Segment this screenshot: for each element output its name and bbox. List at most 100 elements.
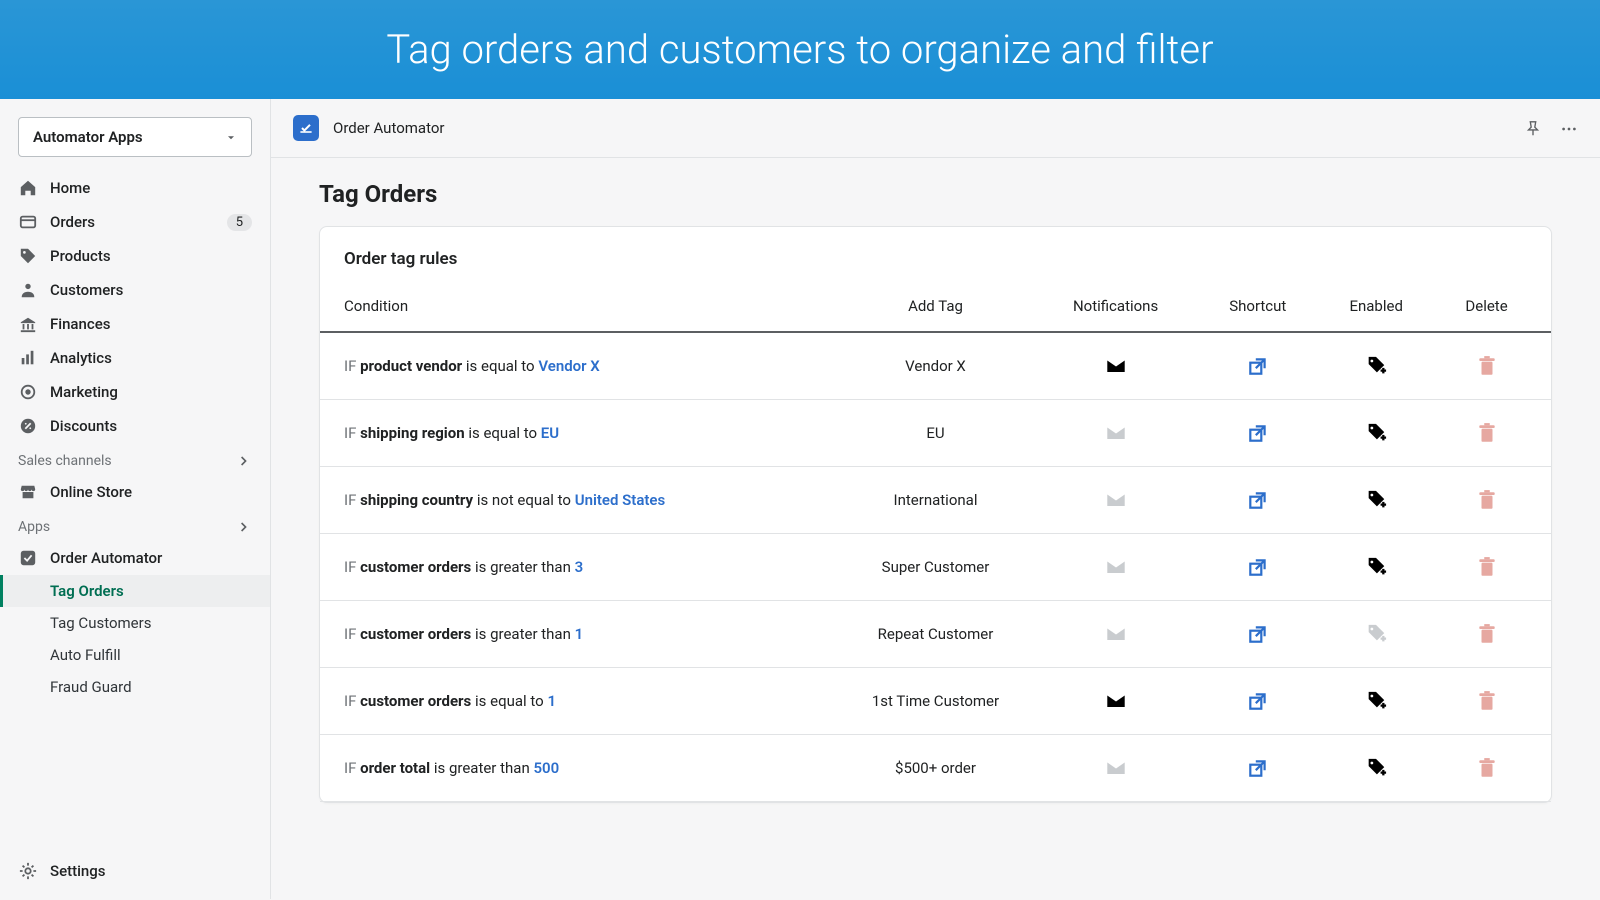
notification-toggle[interactable] (1034, 332, 1197, 400)
sidebar-item-discounts[interactable]: Discounts (0, 409, 270, 443)
cond-val: Vendor X (538, 357, 599, 375)
condition-cell: IF shipping country is not equal to Unit… (320, 467, 837, 534)
col-condition: Condition (320, 277, 837, 332)
pin-icon[interactable] (1524, 118, 1542, 138)
shortcut-button[interactable] (1197, 534, 1318, 601)
subnav-auto-fulfill[interactable]: Auto Fulfill (0, 639, 270, 671)
notification-toggle[interactable] (1034, 534, 1197, 601)
enabled-toggle[interactable] (1318, 668, 1434, 735)
analytics-icon (18, 348, 38, 368)
marketing-icon (18, 382, 38, 402)
cond-field: customer orders (360, 558, 471, 576)
discounts-icon (18, 416, 38, 436)
sidebar-item-orders[interactable]: Orders 5 (0, 205, 270, 239)
customers-icon (18, 280, 38, 300)
sidebar-item-home[interactable]: Home (0, 171, 270, 205)
delete-button[interactable] (1434, 332, 1551, 400)
orders-badge: 5 (227, 214, 252, 231)
enabled-toggle[interactable] (1318, 534, 1434, 601)
checkbox-icon (18, 548, 38, 568)
col-delete: Delete (1434, 277, 1551, 332)
condition-cell: IF order total is greater than 500 (320, 735, 837, 802)
sidebar-item-settings[interactable]: Settings (0, 854, 270, 899)
table-row: IF customer orders is equal to 1 1st Tim… (320, 668, 1551, 735)
shortcut-button[interactable] (1197, 601, 1318, 668)
sidebar-item-label: Products (50, 247, 111, 265)
card-title: Order tag rules (320, 227, 1551, 277)
addtag-cell: 1st Time Customer (837, 668, 1034, 735)
cond-op: is equal to (475, 692, 544, 710)
cond-if: IF (344, 558, 356, 576)
sidebar-item-online-store[interactable]: Online Store (0, 475, 270, 509)
cond-field: shipping country (360, 491, 473, 509)
subnav-tag-orders[interactable]: Tag Orders (0, 575, 270, 607)
cond-if: IF (344, 491, 356, 509)
cond-if: IF (344, 625, 356, 643)
condition-cell: IF product vendor is equal to Vendor X (320, 332, 837, 400)
delete-button[interactable] (1434, 601, 1551, 668)
table-row: IF product vendor is equal to Vendor X V… (320, 332, 1551, 400)
store-icon (18, 482, 38, 502)
sidebar-item-products[interactable]: Products (0, 239, 270, 273)
cond-op: is equal to (468, 424, 537, 442)
enabled-toggle[interactable] (1318, 735, 1434, 802)
app-selector-label: Automator Apps (33, 128, 143, 146)
home-icon (18, 178, 38, 198)
cond-field: shipping region (360, 424, 465, 442)
sidebar: Automator Apps Home Orders 5 Products Cu… (0, 99, 271, 899)
sidebar-item-label: Discounts (50, 417, 117, 435)
notification-toggle[interactable] (1034, 467, 1197, 534)
shortcut-button[interactable] (1197, 467, 1318, 534)
col-addtag: Add Tag (837, 277, 1034, 332)
sidebar-item-customers[interactable]: Customers (0, 273, 270, 307)
enabled-toggle[interactable] (1318, 601, 1434, 668)
section-label: Sales channels (18, 453, 112, 469)
addtag-cell: EU (837, 400, 1034, 467)
delete-button[interactable] (1434, 400, 1551, 467)
sidebar-item-label: Home (50, 179, 90, 197)
shortcut-button[interactable] (1197, 735, 1318, 802)
gear-icon (18, 861, 38, 881)
sidebar-item-label: Marketing (50, 383, 118, 401)
cond-val: United States (575, 491, 665, 509)
more-icon[interactable] (1560, 118, 1578, 138)
subnav-label: Tag Customers (50, 614, 151, 632)
notification-toggle[interactable] (1034, 735, 1197, 802)
delete-button[interactable] (1434, 534, 1551, 601)
sales-channels-header[interactable]: Sales channels (0, 443, 270, 475)
notification-toggle[interactable] (1034, 601, 1197, 668)
notification-toggle[interactable] (1034, 668, 1197, 735)
enabled-toggle[interactable] (1318, 332, 1434, 400)
apps-header[interactable]: Apps (0, 509, 270, 541)
enabled-toggle[interactable] (1318, 467, 1434, 534)
sidebar-item-order-automator[interactable]: Order Automator (0, 541, 270, 575)
shortcut-button[interactable] (1197, 400, 1318, 467)
rules-card: Order tag rules Condition Add Tag Notifi… (319, 226, 1552, 803)
sidebar-item-marketing[interactable]: Marketing (0, 375, 270, 409)
enabled-toggle[interactable] (1318, 400, 1434, 467)
finances-icon (18, 314, 38, 334)
cond-if: IF (344, 692, 356, 710)
notification-toggle[interactable] (1034, 400, 1197, 467)
cond-field: order total (360, 759, 430, 777)
app-badge-icon (293, 115, 319, 141)
delete-button[interactable] (1434, 735, 1551, 802)
shortcut-button[interactable] (1197, 332, 1318, 400)
subnav-tag-customers[interactable]: Tag Customers (0, 607, 270, 639)
cond-val: 500 (533, 759, 559, 777)
rules-table: Condition Add Tag Notifications Shortcut… (320, 277, 1551, 802)
app-selector[interactable]: Automator Apps (18, 117, 252, 157)
shortcut-button[interactable] (1197, 668, 1318, 735)
topbar: Order Automator (271, 99, 1600, 158)
table-row: IF order total is greater than 500 $500+… (320, 735, 1551, 802)
sidebar-item-analytics[interactable]: Analytics (0, 341, 270, 375)
cond-op: is not equal to (477, 491, 571, 509)
delete-button[interactable] (1434, 467, 1551, 534)
subnav-fraud-guard[interactable]: Fraud Guard (0, 671, 270, 703)
sidebar-item-label: Analytics (50, 349, 112, 367)
table-row: IF customer orders is greater than 3 Sup… (320, 534, 1551, 601)
sidebar-item-label: Orders (50, 213, 95, 231)
delete-button[interactable] (1434, 668, 1551, 735)
table-row: IF shipping region is equal to EU EU (320, 400, 1551, 467)
sidebar-item-finances[interactable]: Finances (0, 307, 270, 341)
